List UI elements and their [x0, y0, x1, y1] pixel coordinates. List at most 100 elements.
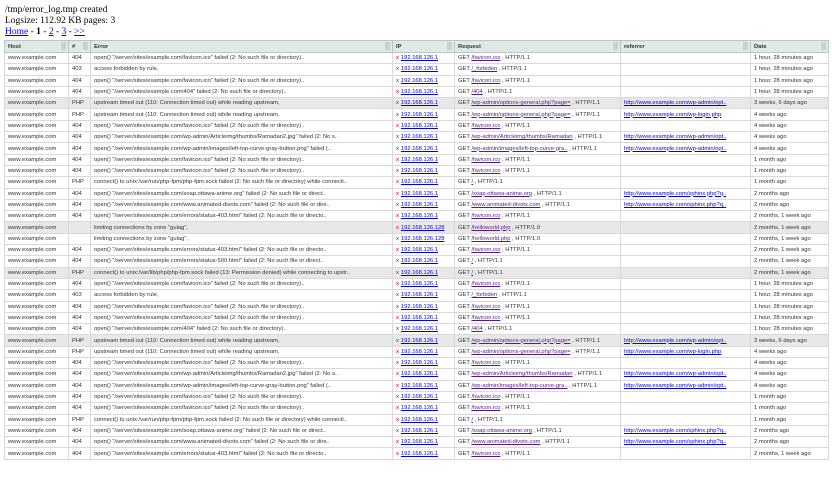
delete-icon[interactable]: x: [396, 123, 399, 129]
ip-link[interactable]: 192.168.126.1: [401, 417, 438, 423]
request-path-link[interactable]: /wp-admin/images/left-top-curve-gra..: [471, 146, 567, 152]
ip-link[interactable]: 192.168.126.1: [401, 338, 438, 344]
delete-icon[interactable]: x: [396, 304, 399, 310]
delete-icon[interactable]: x: [396, 281, 399, 287]
delete-icon[interactable]: x: [396, 134, 399, 140]
ip-link[interactable]: 192.168.126.1: [401, 394, 438, 400]
request-path-link[interactable]: /wp-admin/options-general.php?page=: [471, 100, 570, 106]
home-link[interactable]: Home: [5, 27, 28, 37]
referrer-link[interactable]: http://www.example.com/wp-admin/opt..: [624, 134, 726, 140]
delete-icon[interactable]: x: [396, 439, 399, 445]
ip-link[interactable]: 192.168.126.1: [401, 371, 438, 377]
delete-icon[interactable]: x: [396, 338, 399, 344]
ip-link[interactable]: 192.168.126.1: [401, 383, 438, 389]
delete-icon[interactable]: x: [396, 394, 399, 400]
referrer-link[interactable]: http://www.example.com/sphinx.php?q..: [624, 428, 726, 434]
ip-link[interactable]: 192.168.126.1: [401, 360, 438, 366]
col-header-code[interactable]: #: [68, 40, 91, 53]
ip-link[interactable]: 192.168.126.1: [401, 100, 438, 106]
referrer-link[interactable]: http://www.example.com/sphinx.php?q..: [624, 191, 726, 197]
ip-link[interactable]: 192.168.126.1: [401, 451, 438, 457]
request-path-link[interactable]: /404: [471, 89, 482, 95]
referrer-link[interactable]: http://www.example.com/wp-admin/opt..: [624, 371, 726, 377]
request-path-link[interactable]: /wp-admin/options-general.php?page=: [471, 349, 570, 355]
referrer-link[interactable]: http://www.example.com/wp-admin/opt..: [624, 338, 726, 344]
ip-link[interactable]: 192.168.126.1: [401, 191, 438, 197]
ip-link[interactable]: 192.168.126.1: [401, 270, 438, 276]
request-path-link[interactable]: /favicon.ico: [471, 78, 500, 84]
referrer-link[interactable]: http://www.example.com/wp-admin/opt..: [624, 146, 726, 152]
request-path-link[interactable]: /www.animated-divots.com: [471, 202, 540, 208]
ip-link[interactable]: 192.168.126.1: [401, 349, 438, 355]
delete-icon[interactable]: x: [396, 179, 399, 185]
delete-icon[interactable]: x: [396, 100, 399, 106]
delete-icon[interactable]: x: [396, 146, 399, 152]
request-path-link[interactable]: /favicon.ico: [471, 213, 500, 219]
request-path-link[interactable]: /www.animated-divots.com: [471, 439, 540, 445]
ip-link[interactable]: 192.168.126.1: [401, 157, 438, 163]
ip-link[interactable]: 192.168.126.1: [401, 281, 438, 287]
delete-icon[interactable]: x: [396, 371, 399, 377]
delete-icon[interactable]: x: [396, 168, 399, 174]
ip-link[interactable]: 192.168.126.1: [401, 258, 438, 264]
delete-icon[interactable]: x: [396, 360, 399, 366]
referrer-link[interactable]: http://www.example.com/sphinx.php?q..: [624, 439, 726, 445]
delete-icon[interactable]: x: [396, 405, 399, 411]
request-path-link[interactable]: /wp-admin/options-general.php?page=: [471, 338, 570, 344]
delete-icon[interactable]: x: [396, 428, 399, 434]
ip-link[interactable]: 192.168.126.1: [401, 89, 438, 95]
referrer-link[interactable]: http://www.example.com/wp-login.php: [624, 112, 721, 118]
request-path-link[interactable]: /favicon.ico: [471, 315, 500, 321]
request-path-link[interactable]: /favicon.ico: [471, 55, 500, 61]
request-path-link[interactable]: /soap.ottawa-anime.org: [471, 191, 532, 197]
ip-link[interactable]: 192.168.126.1: [401, 146, 438, 152]
delete-icon[interactable]: x: [396, 213, 399, 219]
next-page-link[interactable]: >>: [74, 27, 85, 37]
delete-icon[interactable]: x: [396, 55, 399, 61]
ip-link[interactable]: 192.168.126.1: [401, 78, 438, 84]
delete-icon[interactable]: x: [396, 202, 399, 208]
ip-link[interactable]: 192.168.126.1: [401, 428, 438, 434]
delete-icon[interactable]: x: [396, 78, 399, 84]
delete-icon[interactable]: x: [396, 315, 399, 321]
ip-link[interactable]: 192.168.126.1: [401, 112, 438, 118]
delete-icon[interactable]: x: [396, 349, 399, 355]
delete-icon[interactable]: x: [396, 451, 399, 457]
delete-icon[interactable]: x: [396, 225, 399, 231]
request-path-link[interactable]: /favicon.ico: [471, 247, 500, 253]
delete-icon[interactable]: x: [396, 191, 399, 197]
ip-link[interactable]: 192.168.126.1: [401, 304, 438, 310]
referrer-link[interactable]: http://www.example.com/wp-login.php: [624, 349, 721, 355]
referrer-link[interactable]: http://www.example.com/wp-admin/opt..: [624, 100, 726, 106]
ip-link[interactable]: 192.168.126.1: [401, 134, 438, 140]
request-path-link[interactable]: /_forbiden: [471, 66, 497, 72]
ip-link[interactable]: 192.168.126.1: [401, 55, 438, 61]
request-path-link[interactable]: /favicon.ico: [471, 405, 500, 411]
ip-link[interactable]: 192.168.126.1: [401, 179, 438, 185]
request-path-link[interactable]: /helloworld.php: [471, 236, 510, 242]
request-path-link[interactable]: /soap.ottawa-anime.org: [471, 428, 532, 434]
ip-link[interactable]: 192.168.126.1: [401, 247, 438, 253]
delete-icon[interactable]: x: [396, 66, 399, 72]
delete-icon[interactable]: x: [396, 383, 399, 389]
referrer-link[interactable]: http://www.example.com/wp-admin/opt..: [624, 383, 726, 389]
request-path-link[interactable]: /favicon.ico: [471, 304, 500, 310]
referrer-link[interactable]: http://www.example.com/sphinx.php?q..: [624, 202, 726, 208]
ip-link[interactable]: 192.168.126.1: [401, 326, 438, 332]
delete-icon[interactable]: x: [396, 270, 399, 276]
request-path-link[interactable]: /favicon.ico: [471, 360, 500, 366]
col-header-request[interactable]: Request: [454, 40, 621, 53]
ip-link[interactable]: 192.168.126.1: [401, 405, 438, 411]
ip-link[interactable]: 192.168.126.1: [401, 213, 438, 219]
delete-icon[interactable]: x: [396, 157, 399, 163]
ip-link[interactable]: 192.168.126.1: [401, 66, 438, 72]
ip-link[interactable]: 192.168.126.1: [401, 439, 438, 445]
ip-link[interactable]: 192.168.126.1: [401, 202, 438, 208]
delete-icon[interactable]: x: [396, 258, 399, 264]
request-path-link[interactable]: /wp-admin/Articleimg/thumbs/Ramadan: [471, 134, 572, 140]
request-path-link[interactable]: /favicon.ico: [471, 394, 500, 400]
delete-icon[interactable]: x: [396, 112, 399, 118]
request-path-link[interactable]: /favicon.ico: [471, 168, 500, 174]
col-header-error[interactable]: Error: [90, 40, 393, 53]
request-path-link[interactable]: /favicon.ico: [471, 123, 500, 129]
